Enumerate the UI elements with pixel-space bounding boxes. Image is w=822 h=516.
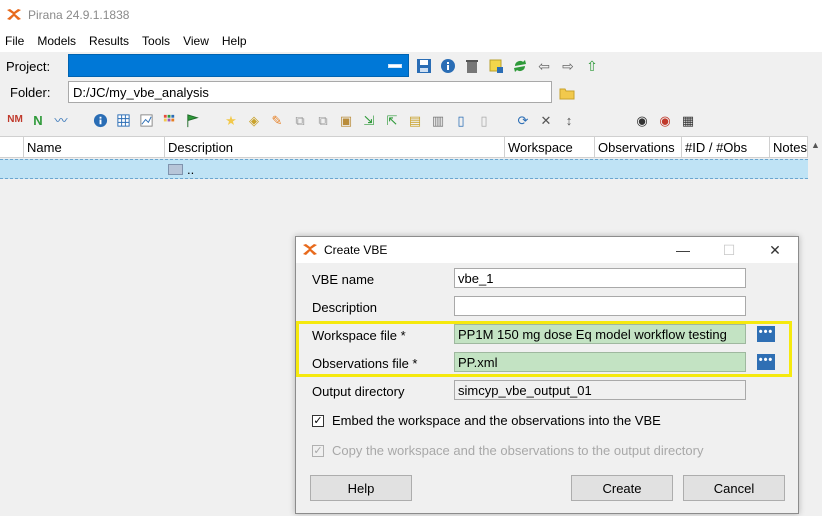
- column-notes[interactable]: Notes: [770, 137, 808, 157]
- embed-checkbox[interactable]: ✓: [312, 414, 324, 427]
- embed-checkbox-label: Embed the workspace and the observations…: [332, 413, 661, 428]
- menu-file[interactable]: File: [5, 34, 24, 48]
- table-icon[interactable]: [112, 110, 134, 130]
- project-label: Project:: [6, 58, 51, 74]
- column-description[interactable]: Description: [165, 137, 505, 157]
- help-button[interactable]: Help: [310, 475, 412, 501]
- observations-browse-button[interactable]: •••: [757, 354, 775, 370]
- note-icon[interactable]: [486, 56, 506, 76]
- pencil-icon[interactable]: ✎: [266, 110, 288, 130]
- menu-help[interactable]: Help: [222, 34, 247, 48]
- column-select[interactable]: [0, 137, 24, 157]
- cancel-button[interactable]: Cancel: [683, 475, 785, 501]
- graph-icon[interactable]: 〰: [50, 110, 72, 130]
- copy-checkbox-row: ✓ Copy the workspace and the observation…: [312, 443, 703, 458]
- column-id-obs[interactable]: #ID / #Obs: [682, 137, 770, 157]
- cancel-x-icon[interactable]: ✕: [535, 110, 557, 130]
- embed-checkbox-row[interactable]: ✓ Embed the workspace and the observatio…: [312, 413, 661, 428]
- export-icon[interactable]: ⇱: [381, 110, 403, 130]
- chart-icon[interactable]: [135, 110, 157, 130]
- scroll-up-icon[interactable]: ▲: [811, 140, 820, 150]
- dialog-titlebar: Create VBE — ☐ ✕: [296, 237, 798, 263]
- project-tools: ⇦ ⇨ ⇧: [414, 56, 602, 76]
- arrow-up-icon[interactable]: ⇧: [582, 56, 602, 76]
- table-row-parent-folder[interactable]: ..: [0, 159, 808, 179]
- workspace-file-input[interactable]: PP1M 150 mg dose Eq model workflow testi…: [454, 324, 746, 344]
- sort-icon[interactable]: ↕: [558, 110, 580, 130]
- output-directory-input[interactable]: simcyp_vbe_output_01: [454, 380, 746, 400]
- table-header: Name Description Workspace Observations …: [0, 136, 822, 158]
- dropdown-arrow-icon: [388, 64, 402, 68]
- menu-results[interactable]: Results: [89, 34, 129, 48]
- menu-view[interactable]: View: [183, 34, 209, 48]
- column-workspace[interactable]: Workspace: [505, 137, 595, 157]
- users-icon[interactable]: ▦: [677, 110, 699, 130]
- copy-checkbox: ✓: [312, 444, 324, 457]
- trash-icon[interactable]: ▥: [427, 110, 449, 130]
- vertical-scrollbar[interactable]: ▲: [808, 136, 822, 516]
- menu-tools[interactable]: Tools: [142, 34, 170, 48]
- info-icon[interactable]: [438, 56, 458, 76]
- refresh-icon[interactable]: [510, 56, 530, 76]
- pirana-logo-icon: [7, 9, 21, 20]
- window-title: Pirana 24.9.1.1838: [28, 8, 130, 22]
- column-name[interactable]: Name: [24, 137, 165, 157]
- output-directory-label: Output directory: [312, 384, 405, 399]
- project-dropdown[interactable]: [68, 54, 409, 77]
- star-icon[interactable]: ★: [220, 110, 242, 130]
- clone-icon[interactable]: ⧉: [312, 110, 334, 130]
- project-row: Project: ⇦ ⇨ ⇧: [0, 53, 822, 79]
- flag-icon[interactable]: [181, 110, 203, 130]
- folder-path-field[interactable]: D:/JC/my_vbe_analysis: [68, 81, 552, 103]
- description-label: Description: [312, 300, 378, 315]
- pirana-logo-icon: [303, 244, 317, 255]
- description-input[interactable]: [454, 296, 746, 316]
- arrow-right-icon[interactable]: ⇨: [558, 56, 578, 76]
- main-toolbar: NM N 〰 ★ ◈ ✎ ⧉ ⧉ ▣ ⇲ ⇱ ▤ ▥ ▯ ▯ ⟳ ✕ ↕ ◉ ◉…: [0, 107, 822, 133]
- workspace-file-label: Workspace file *: [312, 328, 406, 343]
- close-icon[interactable]: ✕: [752, 237, 798, 263]
- workspace-browse-button[interactable]: •••: [757, 326, 775, 342]
- column-observations[interactable]: Observations: [595, 137, 682, 157]
- arrow-left-icon[interactable]: ⇦: [534, 56, 554, 76]
- eye-icon[interactable]: ◉: [631, 110, 653, 130]
- n-icon[interactable]: N: [27, 110, 49, 130]
- trash-icon[interactable]: [462, 56, 482, 76]
- parent-folder-cell: ..: [168, 162, 194, 177]
- minimize-icon[interactable]: —: [660, 237, 706, 263]
- create-button[interactable]: Create: [571, 475, 673, 501]
- parent-folder-text: ..: [187, 162, 195, 177]
- sync-icon[interactable]: ⟳: [512, 110, 534, 130]
- note-icon[interactable]: ▤: [404, 110, 426, 130]
- copy-icon[interactable]: ⧉: [289, 110, 311, 130]
- save-icon[interactable]: [414, 56, 434, 76]
- document-gray-icon[interactable]: ▯: [473, 110, 495, 130]
- create-vbe-dialog: Create VBE — ☐ ✕ VBE name vbe_1 Descript…: [295, 236, 799, 514]
- dialog-title: Create VBE: [324, 243, 388, 257]
- vbe-name-label: VBE name: [312, 272, 375, 287]
- vbe-name-input[interactable]: vbe_1: [454, 268, 746, 288]
- menu-bar: File Models Results Tools View Help: [0, 30, 822, 52]
- hide-icon[interactable]: ◉: [654, 110, 676, 130]
- observations-file-input[interactable]: PP.xml: [454, 352, 746, 372]
- grid-icon[interactable]: [158, 110, 180, 130]
- import-icon[interactable]: ⇲: [358, 110, 380, 130]
- document-icon[interactable]: ▯: [450, 110, 472, 130]
- app-titlebar: Pirana 24.9.1.1838: [0, 0, 822, 30]
- nm-icon[interactable]: NM: [4, 110, 26, 130]
- dialog-window-controls: — ☐ ✕: [660, 237, 798, 263]
- observations-file-label: Observations file *: [312, 356, 418, 371]
- folder-icon: [168, 164, 183, 175]
- copy-checkbox-label: Copy the workspace and the observations …: [332, 443, 704, 458]
- folder-row: Folder: D:/JC/my_vbe_analysis: [0, 80, 822, 104]
- menu-models[interactable]: Models: [37, 34, 76, 48]
- box-icon[interactable]: ▣: [335, 110, 357, 130]
- folder-label: Folder:: [10, 84, 51, 100]
- info-icon[interactable]: [89, 110, 111, 130]
- maximize-icon: ☐: [722, 241, 736, 258]
- tag-icon[interactable]: ◈: [243, 110, 265, 130]
- open-folder-icon[interactable]: [557, 83, 577, 103]
